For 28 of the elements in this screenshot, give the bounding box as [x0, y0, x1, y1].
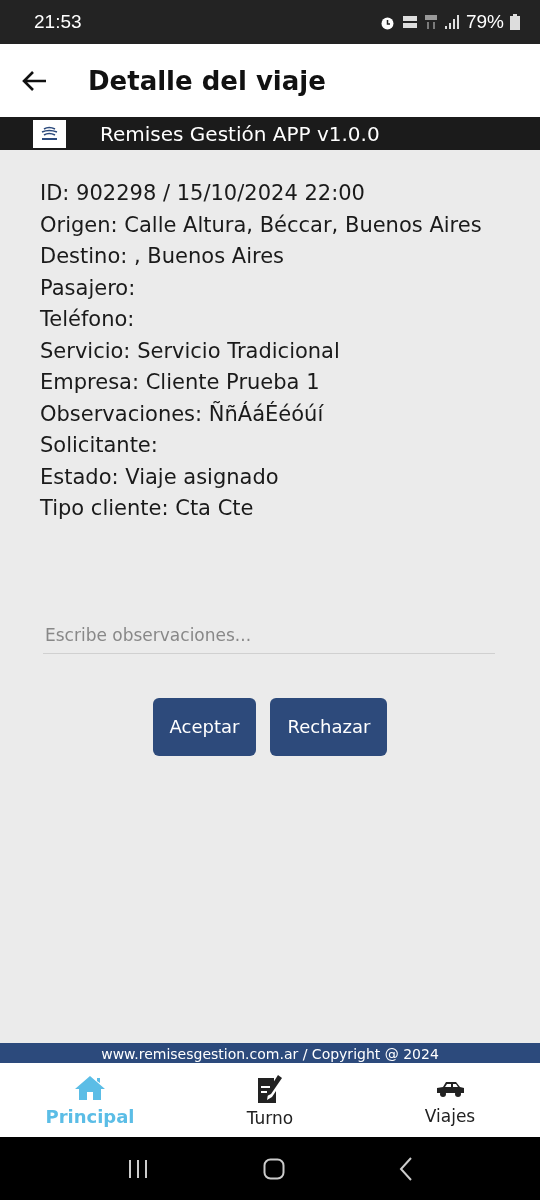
detail-line: Pasajero: [40, 274, 137, 302]
detail-line: ID: 902298 / 15/10/2024 22:00 [40, 180, 366, 207]
detail-line: Destino: , Buenos Aires [40, 243, 285, 270]
detail-line: Estado: Viaje asignado [40, 463, 280, 491]
home-button-icon[interactable] [263, 1157, 285, 1180]
reject-button[interactable]: Rechazar [270, 697, 388, 756]
home-icon [74, 1073, 106, 1102]
detail-line: Empresa: Cliente Prueba 1 [40, 369, 321, 396]
nav-tab[interactable]: Viajes [360, 1063, 540, 1137]
back-arrow-icon[interactable] [22, 69, 48, 92]
footer-text: www.remisesgestion.com.ar / Copyright @ 2024 [0, 1043, 540, 1063]
detail-line: Solicitante: [40, 432, 159, 459]
battery-icon [510, 14, 520, 30]
app-name: Remises Gestión APP v1.0.0 [100, 121, 380, 146]
accept-button[interactable]: Aceptar [152, 697, 257, 756]
clock: 21:53 [34, 11, 83, 33]
page-title: Detalle del viaje [88, 65, 326, 96]
back-icon[interactable] [399, 1156, 413, 1181]
detail-line: Servicio: Servicio Tradicional [40, 337, 341, 365]
nav-tab[interactable]: Turno [180, 1063, 360, 1137]
detail-line: Teléfono: [40, 306, 136, 333]
detail-line: Origen: Calle Altura, Béccar, Buenos Aires [40, 211, 483, 239]
battery-percent: 79% [465, 11, 504, 33]
detail-line: Observaciones: ÑñÁáÉéóúí [40, 400, 325, 428]
detail-line: Tipo cliente: Cta Cte [40, 495, 255, 522]
observations-field[interactable]: Escribe observaciones... [43, 616, 495, 654]
recents-icon[interactable] [127, 1158, 149, 1179]
signal-icon [443, 14, 460, 30]
